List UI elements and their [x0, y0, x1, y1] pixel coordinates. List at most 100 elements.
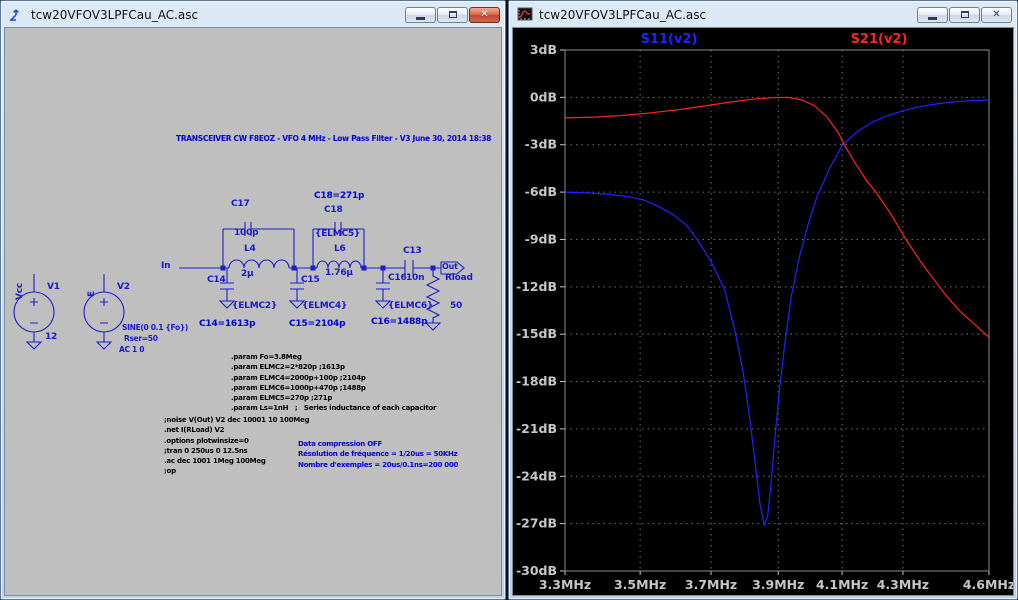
x-tick-label: 3.7MHz — [685, 577, 737, 592]
directive-line: ;op — [164, 467, 176, 476]
directive-line: .ac dec 1001 1Meg 100Meg — [164, 457, 266, 466]
y-tick-label: -30dB — [516, 563, 557, 578]
directive-line: Résolution de fréquence = 1/20us = 50KHz — [298, 450, 458, 459]
close-button[interactable]: ✕ — [469, 6, 500, 23]
param-directives: .param Fo=3.8Meg .param ELMC2=2*820p ;161… — [231, 352, 436, 414]
net-label-e: E — [87, 291, 97, 297]
window-controls: ✕ — [916, 6, 1012, 23]
schematic-drawing — [13, 222, 465, 350]
y-tick-label: 0dB — [530, 89, 557, 104]
directive-line: .options plotwinsize=0 — [164, 436, 249, 445]
window-controls: ✕ — [404, 6, 500, 23]
y-tick-label: -9dB — [525, 231, 557, 246]
spice-directives: ;noise V(Out) V2 dec 10001 10 100Meg .net… — [164, 415, 310, 477]
y-tick-label: -15dB — [516, 326, 557, 341]
resistor-rload[interactable] — [424, 268, 442, 331]
x-tick-label: 3.3MHz — [539, 577, 591, 592]
schematic-window: tcw20VFOV3LPFCau_AC.asc ✕ TRANSCEIVER CW… — [0, 0, 506, 600]
waveform-plot-canvas[interactable]: 3dB 0dB -3dB -6dB -9dB -12dB -15dB -18dB -21dB -2… — [512, 27, 1014, 596]
l4-value: 2µ — [241, 269, 254, 279]
waveform-plot: 3dB 0dB -3dB -6dB -9dB -12dB -15dB -18dB -21dB -2… — [516, 32, 1014, 592]
restore-icon — [960, 11, 969, 18]
x-tick-label: 4.6MHz — [963, 577, 1014, 592]
x-tick-label: 4.1MHz — [816, 577, 868, 592]
directive-line: .param ELMC6=1000p+470p ;1488p — [231, 383, 366, 392]
minimize-button[interactable] — [917, 6, 948, 23]
x-tick-label: 4.3MHz — [877, 577, 929, 592]
c15-name: C15 — [301, 275, 320, 285]
v1-name: V1 — [47, 282, 60, 292]
rload-value: 50 — [450, 301, 463, 311]
directive-line: ;tran 0 250us 0 12.5ns — [164, 446, 248, 455]
y-tick-label: -18dB — [516, 374, 557, 389]
v2-name: V2 — [117, 282, 130, 292]
l4-name: L4 — [244, 244, 256, 254]
net-label-in: In — [161, 261, 171, 271]
schematic-canvas[interactable]: TRANSCEIVER CW F8EOZ - VFO 4 MHz - Low P… — [4, 27, 502, 596]
close-icon: ✕ — [480, 8, 489, 20]
directive-line: Nombre d'exemples = 20us/0.1ns=200 000 — [298, 460, 459, 469]
y-tick-label: -27dB — [516, 516, 557, 531]
x-tick-label: 3.5MHz — [614, 577, 666, 592]
directive-line: .param Fo=3.8Meg — [231, 353, 302, 361]
legend-label: S11(v2) — [641, 32, 698, 47]
plot-border — [564, 49, 990, 572]
c18-value: {ELMC5} — [315, 229, 361, 239]
restore-button[interactable] — [437, 6, 468, 23]
v2-spec-ac: AC 1 0 — [119, 345, 145, 354]
c13-name: C13 — [403, 246, 422, 256]
c16-eff: C16=1488p — [371, 317, 428, 327]
inductor-l4[interactable] — [228, 259, 290, 269]
c15-value: {ELMC4} — [302, 301, 348, 311]
c14-name: C14 — [207, 275, 226, 285]
minimize-button[interactable] — [405, 6, 436, 23]
directive-line: .param ELMC5=270p ;271p — [231, 394, 333, 403]
waveform-window-title: tcw20VFOV3LPFCau_AC.asc — [539, 7, 707, 22]
v2-spec-sine: SINE(0 0.1 {Fo}) — [122, 323, 189, 332]
c14-eff: C14=1613p — [199, 319, 256, 329]
waveform-window-titlebar[interactable]: tcw20VFOV3LPFCau_AC.asc ✕ — [512, 3, 1014, 26]
waveform-window: tcw20VFOV3LPFCau_AC.asc ✕ 3dB 0dB -3dB -6dB… — [508, 0, 1018, 600]
c17-name: C17 — [231, 199, 250, 209]
restore-icon — [448, 11, 457, 18]
c15-eff: C15=2104p — [289, 319, 346, 329]
l6-name: L6 — [334, 244, 346, 254]
trace-s11-v2- — [564, 99, 990, 526]
v2-spec-rser: Rser=50 — [124, 334, 158, 343]
directive-line: .net I(RLoad) V2 — [164, 426, 225, 435]
y-tick-label: -12dB — [516, 279, 557, 294]
c16-name: C16 — [388, 273, 407, 283]
rload-name: Rload — [445, 273, 473, 283]
minimize-icon — [416, 16, 425, 20]
net-label-out: Out — [442, 262, 458, 271]
trace-s21-v2- — [564, 96, 990, 338]
c13-value: 10n — [406, 273, 425, 283]
y-tick-label: 3dB — [530, 42, 557, 57]
close-button[interactable]: ✕ — [981, 6, 1012, 23]
minimize-icon — [928, 16, 937, 20]
legend-label: S21(v2) — [851, 32, 908, 47]
net-label-vcc: Vcc — [15, 282, 25, 300]
schematic-app-icon — [8, 6, 25, 23]
close-icon: ✕ — [992, 8, 1001, 20]
c14-value: {ELMC2} — [232, 301, 278, 311]
y-tick-label: -6dB — [525, 184, 557, 199]
schematic-heading: TRANSCEIVER CW F8EOZ - VFO 4 MHz - Low P… — [176, 134, 492, 143]
schematic-window-titlebar[interactable]: tcw20VFOV3LPFCau_AC.asc ✕ — [4, 3, 502, 26]
c18-eff: C18=271p — [314, 191, 365, 201]
x-tick-label: 3.9MHz — [752, 577, 804, 592]
directive-line: .param Ls=1nH ; Series inductance of eac… — [231, 404, 437, 413]
directive-line: .param ELMC2=2*820p ;1613p — [231, 363, 345, 372]
waveform-app-icon — [516, 6, 533, 23]
y-tick-label: -3dB — [525, 137, 557, 152]
directive-line: Data compression OFF — [298, 440, 382, 448]
comment-notes: Data compression OFF Résolution de fréque… — [298, 439, 458, 470]
c16-value: {ELMC6} — [388, 301, 434, 311]
l6-value: 1.76µ — [325, 268, 353, 278]
y-tick-label: -24dB — [516, 468, 557, 483]
restore-button[interactable] — [949, 6, 980, 23]
inductor-l6[interactable] — [316, 260, 362, 269]
directive-line: .param ELMC4=2000p+100p ;2104p — [231, 373, 366, 382]
c18-name: C18 — [324, 205, 343, 215]
schematic-window-title: tcw20VFOV3LPFCau_AC.asc — [31, 7, 199, 22]
